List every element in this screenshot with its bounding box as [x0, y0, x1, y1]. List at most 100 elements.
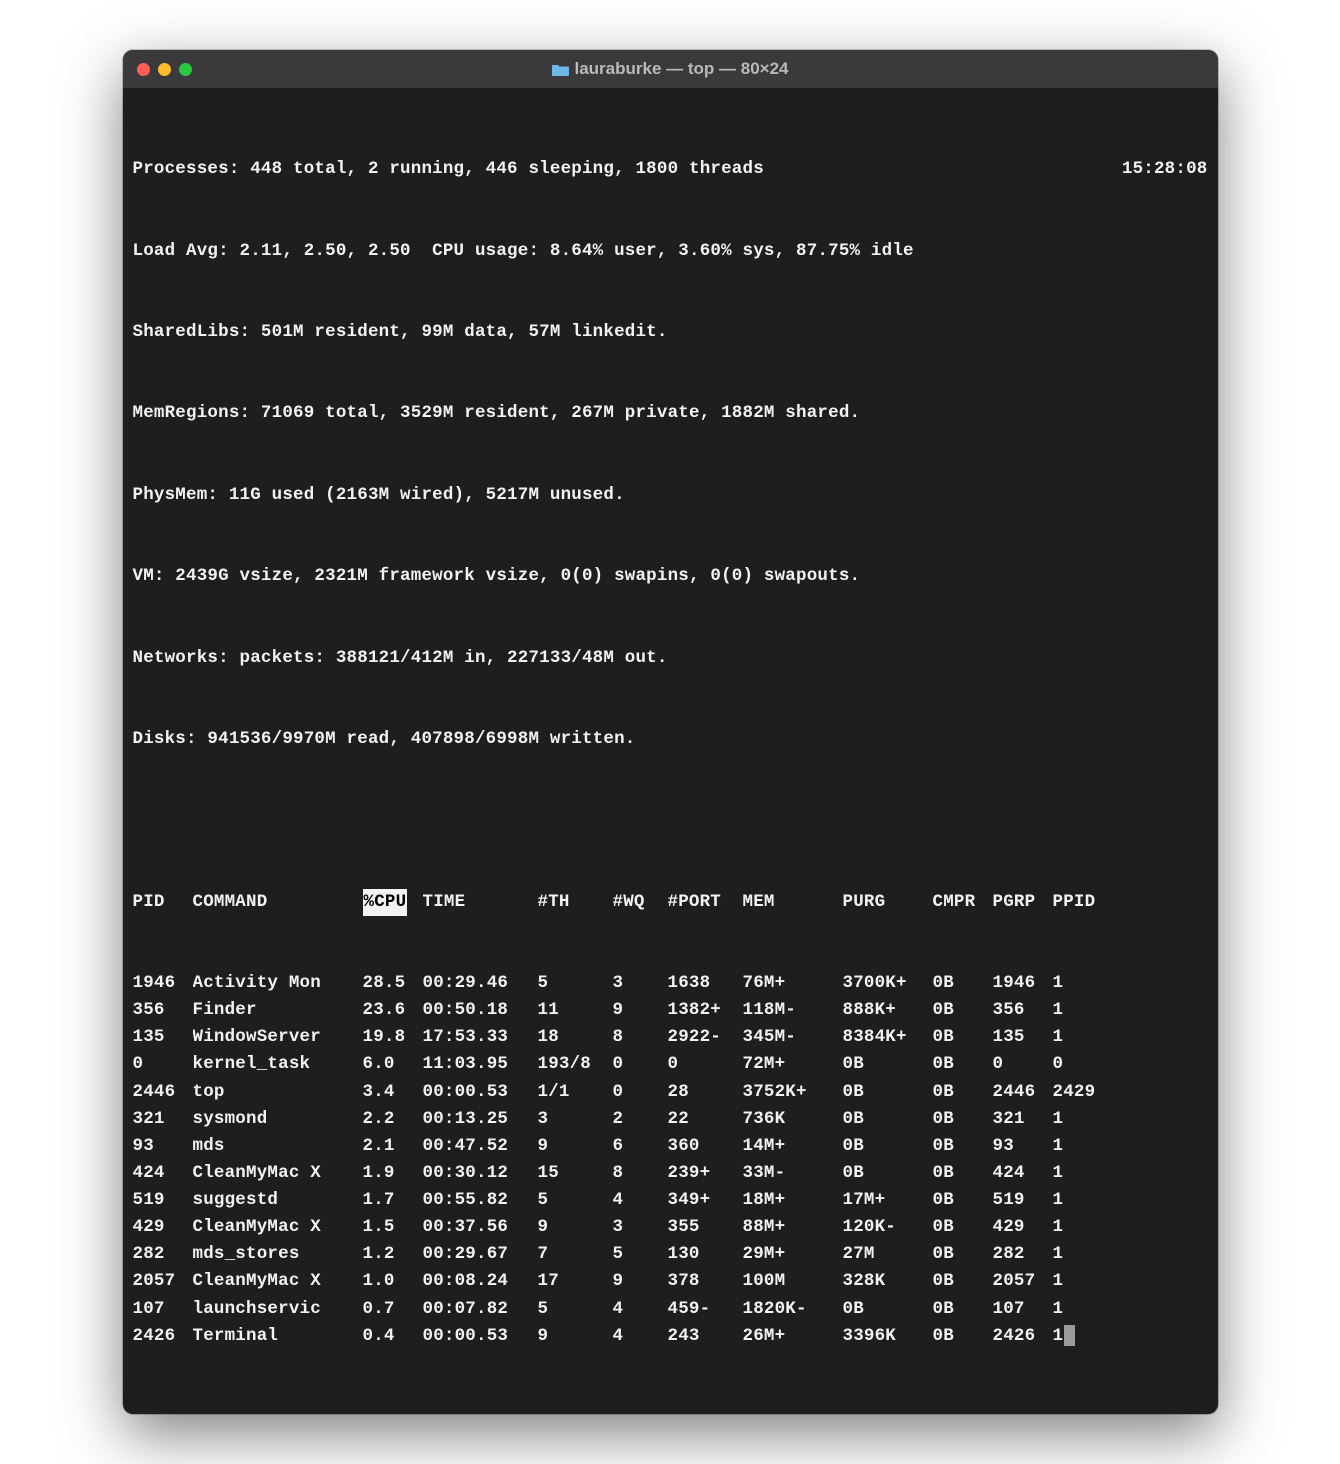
- cell-ppid: 1: [1053, 1241, 1103, 1268]
- cell-port: 1638: [668, 970, 743, 997]
- cell-pgrp: 321: [993, 1106, 1053, 1133]
- traffic-lights: [123, 63, 192, 76]
- cell-cpu: 0.7: [363, 1296, 423, 1323]
- cell-time: 17:53.33: [423, 1024, 538, 1051]
- process-row: 93mds2.100:47.529636014M+0B0B931: [133, 1133, 1208, 1160]
- cell-mem: 76M+: [743, 970, 843, 997]
- cell-th: 9: [538, 1323, 613, 1350]
- cell-mem: 72M+: [743, 1051, 843, 1078]
- cell-th: 18: [538, 1024, 613, 1051]
- cell-wq: 6: [613, 1133, 668, 1160]
- window-title-text: lauraburke — top — 80×24: [575, 59, 789, 79]
- cell-ppid: 1: [1053, 1323, 1103, 1350]
- cell-wq: 2: [613, 1106, 668, 1133]
- hdr-pid: PID: [133, 889, 193, 916]
- terminal-body[interactable]: Processes: 448 total, 2 running, 446 sle…: [123, 88, 1218, 1414]
- cell-pid: 321: [133, 1106, 193, 1133]
- cell-cpu: 19.8: [363, 1024, 423, 1051]
- cell-cmd: sysmond: [193, 1106, 363, 1133]
- load-avg-line: Load Avg: 2.11, 2.50, 2.50 CPU usage: 8.…: [133, 238, 1208, 265]
- cell-wq: 4: [613, 1296, 668, 1323]
- cell-wq: 9: [613, 1268, 668, 1295]
- cell-purg: 0B: [843, 1160, 933, 1187]
- cell-port: 243: [668, 1323, 743, 1350]
- cell-purg: 0B: [843, 1079, 933, 1106]
- cell-ppid: 2429: [1053, 1079, 1103, 1106]
- cell-pgrp: 135: [993, 1024, 1053, 1051]
- process-rows: 1946Activity Mon28.500:29.4653163876M+37…: [133, 970, 1208, 1350]
- cell-pid: 356: [133, 997, 193, 1024]
- cell-pgrp: 0: [993, 1051, 1053, 1078]
- cell-mem: 736K: [743, 1106, 843, 1133]
- cell-pgrp: 424: [993, 1160, 1053, 1187]
- cell-wq: 8: [613, 1024, 668, 1051]
- cell-pid: 2426: [133, 1323, 193, 1350]
- disks-line: Disks: 941536/9970M read, 407898/6998M w…: [133, 726, 1208, 753]
- cell-cmpr: 0B: [933, 1079, 993, 1106]
- cell-time: 00:00.53: [423, 1323, 538, 1350]
- close-button[interactable]: [137, 63, 150, 76]
- window-title: lauraburke — top — 80×24: [123, 59, 1218, 79]
- cell-th: 5: [538, 1296, 613, 1323]
- cell-cmd: WindowServer: [193, 1024, 363, 1051]
- cell-th: 193/8: [538, 1051, 613, 1078]
- cell-pid: 424: [133, 1160, 193, 1187]
- process-row: 519suggestd1.700:55.8254349+18M+17M+0B51…: [133, 1187, 1208, 1214]
- memregions-line: MemRegions: 71069 total, 3529M resident,…: [133, 400, 1208, 427]
- process-row: 2057CleanMyMac X1.000:08.24179378100M328…: [133, 1268, 1208, 1295]
- sharedlibs-line: SharedLibs: 501M resident, 99M data, 57M…: [133, 319, 1208, 346]
- cell-mem: 18M+: [743, 1187, 843, 1214]
- cell-purg: 0B: [843, 1106, 933, 1133]
- cell-time: 00:55.82: [423, 1187, 538, 1214]
- cell-th: 3: [538, 1106, 613, 1133]
- cell-mem: 1820K-: [743, 1296, 843, 1323]
- cell-purg: 120K-: [843, 1214, 933, 1241]
- blank-line: [133, 807, 1208, 834]
- cell-purg: 0B: [843, 1296, 933, 1323]
- cell-pgrp: 107: [993, 1296, 1053, 1323]
- cell-cmpr: 0B: [933, 1051, 993, 1078]
- cell-pgrp: 93: [993, 1133, 1053, 1160]
- cell-cmd: launchservic: [193, 1296, 363, 1323]
- cell-cmpr: 0B: [933, 1187, 993, 1214]
- hdr-cpu: %CPU: [363, 889, 423, 916]
- cell-ppid: 1: [1053, 1214, 1103, 1241]
- zoom-button[interactable]: [179, 63, 192, 76]
- cell-pgrp: 282: [993, 1241, 1053, 1268]
- cell-th: 7: [538, 1241, 613, 1268]
- cell-ppid: 1: [1053, 1187, 1103, 1214]
- cell-cmd: suggestd: [193, 1187, 363, 1214]
- cell-port: 0: [668, 1051, 743, 1078]
- cell-cmpr: 0B: [933, 1323, 993, 1350]
- cell-purg: 0B: [843, 1133, 933, 1160]
- cell-ppid: 1: [1053, 997, 1103, 1024]
- cell-pgrp: 519: [993, 1187, 1053, 1214]
- hdr-mem: MEM: [743, 889, 843, 916]
- processes-line: Processes: 448 total, 2 running, 446 sle…: [133, 156, 1122, 183]
- minimize-button[interactable]: [158, 63, 171, 76]
- cell-th: 9: [538, 1214, 613, 1241]
- cell-mem: 100M: [743, 1268, 843, 1295]
- cell-purg: 8384K+: [843, 1024, 933, 1051]
- cell-time: 00:50.18: [423, 997, 538, 1024]
- process-row: 135WindowServer19.817:53.331882922-345M-…: [133, 1024, 1208, 1051]
- cell-cmpr: 0B: [933, 1268, 993, 1295]
- cell-mem: 14M+: [743, 1133, 843, 1160]
- hdr-ppid: PPID: [1053, 889, 1103, 916]
- cell-pid: 519: [133, 1187, 193, 1214]
- cell-port: 239+: [668, 1160, 743, 1187]
- process-row: 356Finder23.600:50.181191382+118M-888K+0…: [133, 997, 1208, 1024]
- cell-ppid: 1: [1053, 1106, 1103, 1133]
- process-row: 107launchservic0.700:07.8254459-1820K-0B…: [133, 1296, 1208, 1323]
- cell-ppid: 0: [1053, 1051, 1103, 1078]
- hdr-cmpr: CMPR: [933, 889, 993, 916]
- cell-pgrp: 1946: [993, 970, 1053, 997]
- cell-time: 00:29.46: [423, 970, 538, 997]
- cell-ppid: 1: [1053, 1296, 1103, 1323]
- cell-time: 00:08.24: [423, 1268, 538, 1295]
- cell-th: 17: [538, 1268, 613, 1295]
- cell-mem: 3752K+: [743, 1079, 843, 1106]
- cell-cmd: Activity Mon: [193, 970, 363, 997]
- titlebar[interactable]: lauraburke — top — 80×24: [123, 50, 1218, 88]
- process-row: 424CleanMyMac X1.900:30.12158239+33M-0B0…: [133, 1160, 1208, 1187]
